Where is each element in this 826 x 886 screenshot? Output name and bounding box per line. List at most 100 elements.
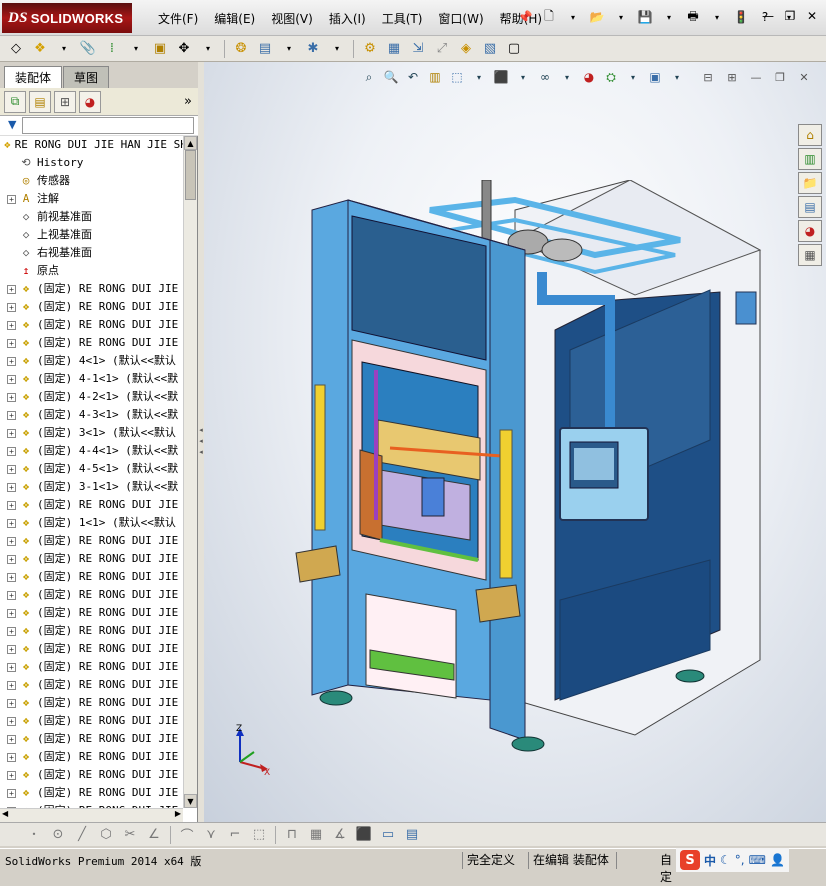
dynamic-annotation-icon[interactable]: ⬚ <box>448 68 466 86</box>
tree-item-part[interactable]: + ❖ (固定) 1<1> (默认<<默认 <box>0 514 183 532</box>
expand-icon[interactable]: + <box>7 644 16 654</box>
offset-icon[interactable]: ⋎ <box>201 825 221 845</box>
tree-vertical-scrollbar[interactable]: ▲ ▼ <box>183 136 197 808</box>
ime-punctuation-icon[interactable]: °, <box>735 853 745 867</box>
filter-icon[interactable]: ▼ <box>8 118 16 131</box>
tree-item-plane[interactable]: ◇ 前视基准面 <box>0 208 183 226</box>
new-file-dropdown-icon[interactable]: ▾ <box>564 8 582 26</box>
tree-item-part[interactable]: + ❖ (固定) RE RONG DUI JIE <box>0 280 183 298</box>
property-manager-icon[interactable]: ▤ <box>29 90 51 113</box>
tree-item-part[interactable]: + ❖ (固定) RE RONG DUI JIE <box>0 784 183 802</box>
scroll-right-icon[interactable]: ▶ <box>175 809 181 818</box>
insert-component-dropdown-icon[interactable]: ▾ <box>54 39 74 59</box>
edit-component-icon[interactable]: ◇ <box>6 39 26 59</box>
tree-item-history[interactable]: ⟲ History <box>0 154 183 172</box>
exploded-view-icon[interactable]: ⇲ <box>408 39 428 59</box>
tree-item-plane[interactable]: ◇ 右视基准面 <box>0 244 183 262</box>
angle-icon[interactable]: ∡ <box>330 825 350 845</box>
ime-keyboard-icon[interactable]: ⌨ <box>749 853 766 867</box>
tree-item-part[interactable]: + ❖ (固定) 3-1<1> (默认<<默 <box>0 478 183 496</box>
tree-item-part[interactable]: + ❖ (固定) RE RONG DUI JIE <box>0 604 183 622</box>
expand-icon[interactable]: + <box>7 698 16 708</box>
clearance-verification-icon[interactable]: ▧ <box>480 39 500 59</box>
feature-manager-tree-icon[interactable]: ⧉ <box>4 90 26 113</box>
expand-icon[interactable]: + <box>7 374 16 384</box>
expand-icon[interactable]: + <box>7 626 16 636</box>
ime-language[interactable]: 中 <box>704 852 716 869</box>
tree-item-annotation[interactable]: + A 注解 <box>0 190 183 208</box>
tree-item-part[interactable]: + ❖ (固定) RE RONG DUI JIE <box>0 694 183 712</box>
expand-icon[interactable]: + <box>7 482 16 492</box>
assembly-features-icon[interactable]: ▤ <box>255 39 275 59</box>
tree-item-part[interactable]: + ❖ (固定) RE RONG DUI JIE <box>0 586 183 604</box>
pin-icon[interactable]: 📌 <box>516 8 534 26</box>
print-dropdown-icon[interactable]: ▾ <box>708 8 726 26</box>
solidworks-resources-icon[interactable]: ⌂ <box>798 124 822 146</box>
restore-icon[interactable]: ❐ <box>782 8 798 24</box>
3d-sketch-icon[interactable]: ⬛ <box>354 825 374 845</box>
minimize-icon[interactable]: — <box>760 8 776 24</box>
expand-icon[interactable]: + <box>7 428 16 438</box>
rectangle-icon[interactable]: ⬚ <box>249 825 269 845</box>
scroll-left-icon[interactable]: ◀ <box>2 809 8 818</box>
solidworks-logo[interactable]: DS SOLIDWORKS <box>2 3 132 33</box>
expand-icon[interactable]: + <box>7 662 16 672</box>
menu-file[interactable]: 文件(F) <box>150 10 206 27</box>
tree-item-part[interactable]: + ❖ (固定) 4-5<1> (默认<<默 <box>0 460 183 478</box>
view-palette-icon[interactable]: ▤ <box>798 196 822 218</box>
scroll-down-icon[interactable]: ▼ <box>184 794 197 808</box>
apply-scene-icon[interactable]: ⛭ <box>602 68 620 86</box>
tree-item-part[interactable]: + ❖ (固定) 4<1> (默认<<默认 <box>0 352 183 370</box>
expand-icon[interactable]: + <box>7 608 16 618</box>
expand-tabs-icon[interactable]: » <box>184 94 192 109</box>
doc-restore-icon[interactable]: ❐ <box>772 70 788 84</box>
move-dropdown-icon[interactable]: ▾ <box>198 39 218 59</box>
trim-icon[interactable]: ✂ <box>120 825 140 845</box>
polygon-icon[interactable]: ⬡ <box>96 825 116 845</box>
line-icon[interactable]: ╱ <box>72 825 92 845</box>
scroll-up-icon[interactable]: ▲ <box>184 136 197 150</box>
view-orientation-icon[interactable]: ⬛ <box>492 68 510 86</box>
view-orientation-dropdown-icon[interactable]: ▾ <box>514 68 532 86</box>
doc-minimize-icon[interactable]: — <box>748 70 764 84</box>
circle-icon[interactable]: ⊙ <box>48 825 68 845</box>
zoom-to-area-icon[interactable]: 🔍 <box>382 68 400 86</box>
expand-icon[interactable]: + <box>7 464 16 474</box>
custom-properties-icon[interactable]: ▦ <box>798 244 822 266</box>
tree-root-assembly[interactable]: ❖ RE RONG DUI JIE HAN JIE SHI <box>0 136 183 154</box>
expand-icon[interactable]: + <box>7 392 16 402</box>
expand-icon[interactable]: + <box>7 320 16 330</box>
smart-fasteners-icon[interactable]: ▣ <box>150 39 170 59</box>
expand-icon[interactable]: + <box>7 752 16 762</box>
tree-item-part[interactable]: + ❖ (固定) 4-3<1> (默认<<默 <box>0 406 183 424</box>
close-icon[interactable]: ✕ <box>804 8 820 24</box>
tree-item-part[interactable]: + ❖ (固定) RE RONG DUI JIE <box>0 622 183 640</box>
tree-item-part[interactable]: + ❖ (固定) 3<1> (默认<<默认 <box>0 424 183 442</box>
appearances-icon[interactable]: ◕ <box>798 220 822 242</box>
expand-icon[interactable]: + <box>7 194 16 204</box>
menu-insert[interactable]: 插入(I) <box>321 10 374 27</box>
open-file-icon[interactable]: 📂 <box>588 8 606 26</box>
save-icon[interactable]: 💾 <box>636 8 654 26</box>
tab-assembly[interactable]: 装配体 <box>4 66 63 88</box>
menu-window[interactable]: 窗口(W) <box>430 10 491 27</box>
expand-icon[interactable]: + <box>7 284 16 294</box>
menu-view[interactable]: 视图(V) <box>263 10 321 27</box>
tree-item-part[interactable]: + ❖ (固定) RE RONG DUI JIE <box>0 568 183 586</box>
tree-item-part[interactable]: + ❖ (固定) RE RONG DUI JIE <box>0 550 183 568</box>
expand-icon[interactable]: + <box>7 788 16 798</box>
view-settings-icon[interactable]: ▣ <box>646 68 664 86</box>
tree-item-part[interactable]: + ❖ (固定) RE RONG DUI JIE <box>0 334 183 352</box>
configuration-manager-icon[interactable]: ⊞ <box>54 90 76 113</box>
previous-view-icon[interactable]: ↶ <box>404 68 422 86</box>
split-view-icon[interactable]: ▭ <box>378 825 398 845</box>
insert-component-icon[interactable]: ❖ <box>30 39 50 59</box>
assembly-features-dropdown-icon[interactable]: ▾ <box>279 39 299 59</box>
mate-icon[interactable]: 📎 <box>78 39 98 59</box>
tree-item-part[interactable]: + ❖ (固定) RE RONG DUI JIE <box>0 532 183 550</box>
scene-dropdown-icon[interactable]: ▾ <box>624 68 642 86</box>
section-view-icon[interactable]: ▥ <box>426 68 444 86</box>
expand-icon[interactable]: + <box>7 716 16 726</box>
expand-icon[interactable]: + <box>7 500 16 510</box>
tile-vertical-icon[interactable]: ⊞ <box>724 70 740 84</box>
